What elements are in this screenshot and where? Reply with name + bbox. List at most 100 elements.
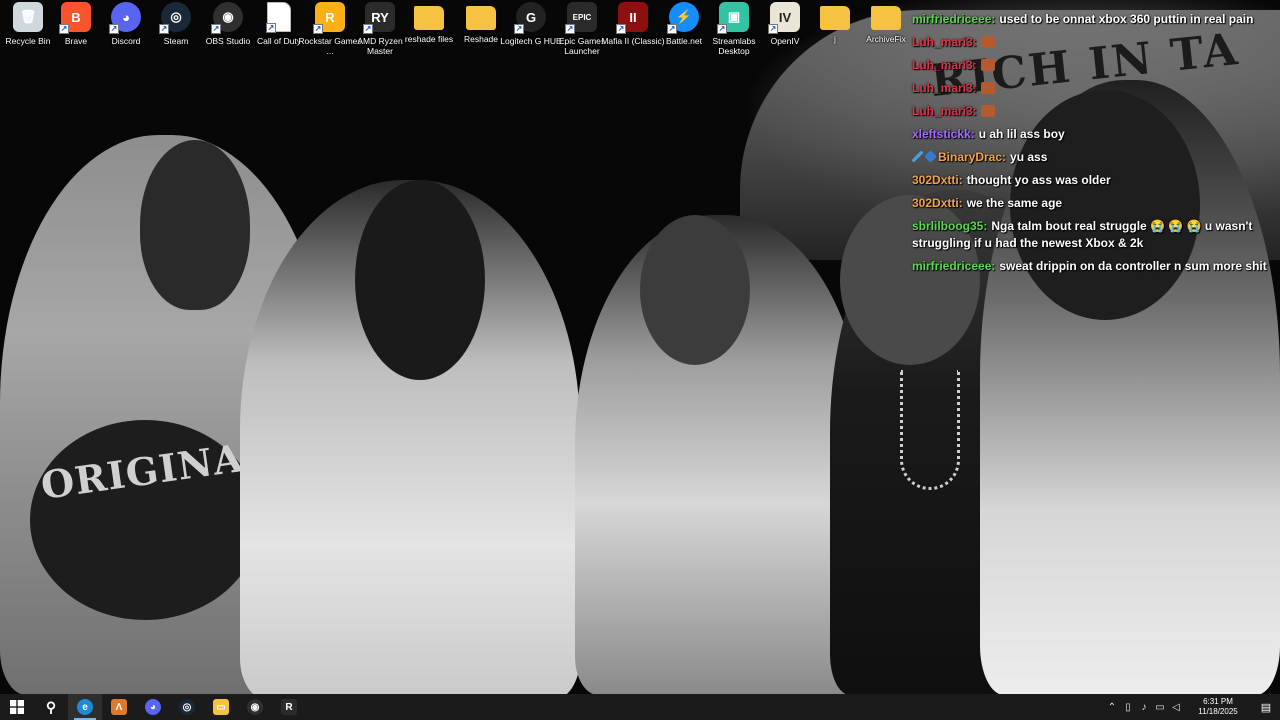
- shortcut-arrow-icon: ↗: [313, 24, 323, 34]
- desktop-icon-discord[interactable]: ◕ ↗ Discord: [98, 2, 154, 64]
- chat-message-text: yu ass: [1010, 150, 1048, 164]
- chat-message-text: we the same age: [966, 196, 1063, 210]
- notification-center-button[interactable]: ▤: [1252, 694, 1280, 720]
- windows-start-icon: [10, 700, 24, 714]
- chevron-up-icon[interactable]: ⌃: [1104, 694, 1120, 720]
- chat-message: Luh_mari3:: [912, 34, 1278, 51]
- logitech-icon: G ↗: [514, 2, 546, 34]
- chat-username: Luh_mari3:: [912, 58, 977, 72]
- chat-username: BinaryDrac:: [938, 150, 1007, 164]
- start-button[interactable]: [0, 694, 34, 720]
- chat-message-text: used to be onnat xbox 360 puttin in real…: [999, 12, 1254, 26]
- shortcut-arrow-icon: ↗: [159, 24, 169, 34]
- desktop-icon-reshade-files[interactable]: reshade files: [401, 2, 457, 64]
- shortcut-arrow-icon: ↗: [717, 24, 727, 34]
- streamlabs-icon: ▣ ↗: [717, 2, 749, 34]
- chat-username: 302Dxtti:: [912, 196, 963, 210]
- chat-username: mirfriedriceee:: [912, 12, 996, 26]
- chat-message: mirfriedriceee: sweat drippin on da contr…: [912, 258, 1278, 275]
- shortcut-arrow-icon: ↗: [109, 24, 119, 34]
- desktop-icon-brave[interactable]: B ↗ Brave: [48, 2, 104, 64]
- battlenet-icon: ⚡ ↗: [667, 2, 699, 34]
- taskbar-button-discord[interactable]: ◕: [136, 694, 170, 720]
- epic-games-icon: EPIC ↗: [565, 2, 597, 34]
- shortcut-arrow-icon: ↗: [667, 24, 677, 34]
- chat-username: Luh_mari3:: [912, 81, 977, 95]
- chat-message: Luh_mari3:: [912, 80, 1278, 97]
- microphone-icon[interactable]: ♪: [1136, 694, 1152, 720]
- brave-icon: B ↗: [59, 2, 91, 34]
- taskbar-button-edge[interactable]: e: [68, 694, 102, 720]
- file-icon: ↗: [266, 2, 291, 33]
- discord-icon: ◕: [145, 699, 161, 715]
- chat-username: mirfriedriceee:: [912, 259, 996, 273]
- tray-icons: ⌃ ▯ ♪ ▭ ◁: [1104, 694, 1184, 720]
- shortcut-arrow-icon: ↗: [211, 24, 221, 34]
- desktop-icon-label: ArchiveFix: [866, 34, 906, 44]
- shortcut-arrow-icon: ↗: [266, 23, 276, 33]
- obs-icon: ◉ ↗: [211, 2, 243, 34]
- edge-icon: e: [77, 699, 93, 715]
- desktop-icon-archivefix[interactable]: ArchiveFix: [858, 2, 914, 64]
- volume-icon[interactable]: ◁: [1168, 694, 1184, 720]
- taskbar-button-steam[interactable]: ◎: [170, 694, 204, 720]
- chat-message: sbrlilboog35: Nga talm bout real struggle…: [912, 218, 1278, 252]
- steam-icon: ◎ ↗: [159, 2, 191, 34]
- shortcut-arrow-icon: ↗: [59, 24, 69, 34]
- desktop-icon-streamlabs-desktop[interactable]: ▣ ↗ Streamlabs Desktop: [706, 2, 762, 64]
- taskbar-button-obs[interactable]: ◉: [238, 694, 272, 720]
- folder-icon: [466, 6, 496, 30]
- recycle-bin-icon: 🗑: [13, 2, 43, 32]
- taskbar-button-search[interactable]: ⚲: [34, 694, 68, 720]
- chat-message: Luh_mari3:: [912, 103, 1278, 120]
- taskbar: ⚲ e Λ ◕ ◎ ▭ ◉ R ⌃ ▯ ♪ ▭ ◁ 6:31 PM 11/18/2025 ▤: [0, 694, 1280, 720]
- chat-emote-icon: [980, 105, 995, 117]
- sword-badge-icon: [912, 151, 923, 162]
- clock-time: 6:31 PM: [1203, 697, 1233, 706]
- wallpaper-chain: [900, 370, 960, 490]
- rockstar-icon: R ↗: [313, 2, 345, 34]
- desktop-icon-steam[interactable]: ◎ ↗ Steam: [148, 2, 204, 64]
- desktop-icon-openiv[interactable]: IV ↗ OpenIV: [757, 2, 813, 64]
- chat-username: Luh_mari3:: [912, 35, 977, 49]
- chat-message: BinaryDrac: yu ass: [912, 149, 1278, 166]
- steam-icon: ◎: [179, 699, 195, 715]
- desktop-icon-amd-ryzen-master[interactable]: RY ↗ AMD Ryzen Master: [352, 2, 408, 64]
- shortcut-arrow-icon: ↗: [565, 24, 575, 34]
- desktop-icon-reshade[interactable]: Reshade: [453, 2, 509, 64]
- chat-message-text: u ah lil ass boy: [978, 127, 1065, 141]
- chat-emote-icon: [980, 36, 995, 48]
- folder-icon: [820, 6, 850, 30]
- discord-icon: ◕ ↗: [109, 2, 141, 34]
- taskbar-button-app[interactable]: Λ: [102, 694, 136, 720]
- desktop-icon-mafia-ii-classic[interactable]: II ↗ Mafia II (Classic): [601, 2, 665, 64]
- file-explorer-icon: ▭: [213, 699, 229, 715]
- taskbar-pinned-apps: ⚲ e Λ ◕ ◎ ▭ ◉ R: [34, 694, 306, 720]
- chat-message: Luh_mari3:: [912, 57, 1278, 74]
- clock-date: 11/18/2025: [1198, 707, 1238, 716]
- desktop-icon-epic-games-launcher[interactable]: EPIC ↗ Epic Games Launcher: [554, 2, 610, 64]
- mafia-icon: II ↗: [616, 2, 648, 34]
- chat-emote-icon: [980, 82, 995, 94]
- shortcut-arrow-icon: ↗: [514, 24, 524, 34]
- ryzen-master-icon: R: [281, 699, 297, 715]
- cube-badge-icon: [924, 150, 937, 163]
- chat-username: 302Dxtti:: [912, 173, 963, 187]
- taskbar-button-file-explorer[interactable]: ▭: [204, 694, 238, 720]
- chat-message-text: sweat drippin on da controller n sum mor…: [999, 259, 1267, 273]
- chat-username: xleftstickk:: [912, 127, 975, 141]
- desktop-icon-obs-studio[interactable]: ◉ ↗ OBS Studio: [200, 2, 256, 64]
- taskbar-clock[interactable]: 6:31 PM 11/18/2025: [1184, 697, 1252, 717]
- desktop-icon-j[interactable]: j: [807, 2, 863, 64]
- search-icon: ⚲: [43, 699, 59, 715]
- chat-username: Luh_mari3:: [912, 104, 977, 118]
- system-tray: ⌃ ▯ ♪ ▭ ◁ 6:31 PM 11/18/2025 ▤: [1104, 694, 1280, 720]
- battery-icon[interactable]: ▯: [1120, 694, 1136, 720]
- network-icon[interactable]: ▭: [1152, 694, 1168, 720]
- chat-message: 302Dxtti: thought yo ass was older: [912, 172, 1278, 189]
- chat-message: mirfriedriceee: used to be onnat xbox 360…: [912, 11, 1278, 28]
- amd-ryzen-icon: RY ↗: [363, 2, 395, 34]
- taskbar-button-ryzen-master[interactable]: R: [272, 694, 306, 720]
- shortcut-arrow-icon: ↗: [768, 24, 778, 34]
- chat-username: sbrlilboog35:: [912, 219, 988, 233]
